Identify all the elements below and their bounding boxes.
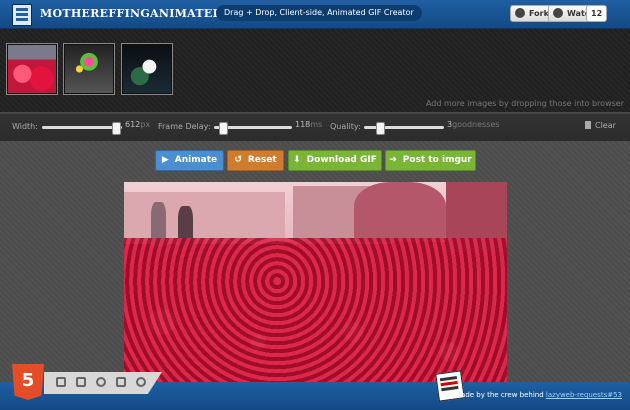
html5-tech-strip xyxy=(44,372,162,394)
workspace: ▶ Animate ↺ Reset ⬇ Download GIF ➔ Post to i… xyxy=(0,141,630,382)
quality-slider-knob[interactable] xyxy=(376,122,385,135)
drop-hint: Add more images by dropping those into b… xyxy=(425,99,624,108)
thumbnail-colorful-flowers[interactable] xyxy=(63,43,115,95)
thumbnail-white-flower[interactable] xyxy=(121,43,173,95)
css3-icon xyxy=(56,377,66,387)
github-icon xyxy=(515,8,525,18)
made-by-prefix: Made by the crew behind xyxy=(455,391,546,399)
html5-logo-icon[interactable]: 5 xyxy=(12,364,44,400)
share-arrow-icon: ➔ xyxy=(389,155,397,165)
controls-bar: Width: 612px Frame Delay: 118ms Quality:… xyxy=(0,113,630,142)
imgur-label: Post to imgur xyxy=(402,155,472,165)
lazyweb-requests-link[interactable]: lazyweb-requests#53 xyxy=(546,391,622,399)
frame-delay-slider-knob[interactable] xyxy=(219,122,229,135)
download-label: Download GIF xyxy=(306,155,377,165)
preview-tree xyxy=(353,182,446,242)
quality-slider[interactable] xyxy=(364,122,444,135)
play-icon: ▶ xyxy=(161,155,169,165)
trash-icon xyxy=(585,121,591,129)
preview-flower-bushes xyxy=(124,238,507,382)
frame-delay-label: Frame Delay: xyxy=(158,122,211,131)
app-title: MOTHEREFFINGANIMATEDGIF xyxy=(40,7,246,20)
frame-delay-value: 118 xyxy=(295,120,311,129)
width-unit: px xyxy=(140,120,151,129)
frame-delay-value-readout: 118ms xyxy=(295,120,322,129)
frame-delay-slider[interactable] xyxy=(214,122,292,135)
width-label: Width: xyxy=(12,122,38,131)
width-value: 612 xyxy=(125,120,141,129)
clear-label: Clear xyxy=(595,121,616,130)
layers-icon xyxy=(116,377,126,387)
animate-button[interactable]: ▶ Animate xyxy=(155,150,224,171)
fork-label: Fork xyxy=(529,9,549,18)
download-gif-button[interactable]: ⬇ Download GIF xyxy=(288,150,382,171)
reset-icon: ↺ xyxy=(234,155,242,165)
thumbnail-image xyxy=(8,45,56,93)
width-value-readout: 612px xyxy=(125,120,150,129)
animate-label: Animate xyxy=(174,155,218,165)
github-icon xyxy=(553,8,563,18)
footer-bar: 5 Made by the crew behind lazyweb-reques… xyxy=(0,364,630,410)
html5-label: 5 xyxy=(21,370,35,391)
frame-delay-unit: ms xyxy=(310,120,323,129)
width-slider[interactable] xyxy=(42,122,122,135)
quality-unit: goodnesses xyxy=(452,120,500,129)
thumbnail-strip: Add more images by dropping those into b… xyxy=(0,29,630,112)
device-icon xyxy=(76,377,86,387)
download-icon: ⬇ xyxy=(293,155,301,165)
width-slider-knob[interactable] xyxy=(112,122,122,135)
connectivity-icon xyxy=(136,377,146,387)
reset-label: Reset xyxy=(247,155,277,165)
thumbnail-image xyxy=(65,45,113,93)
watch-count[interactable]: 12 xyxy=(586,5,608,22)
app-logo-icon xyxy=(12,4,32,26)
post-to-imgur-button[interactable]: ➔ Post to imgur xyxy=(385,150,476,171)
top-bar: MOTHEREFFINGANIMATEDGIF Drag + Drop, Cli… xyxy=(0,0,630,29)
preview-building xyxy=(124,192,285,244)
reset-button[interactable]: ↺ Reset xyxy=(227,150,284,171)
gear-icon xyxy=(96,377,106,387)
made-by-text: Made by the crew behind lazyweb-requests… xyxy=(455,391,622,399)
quality-label: Quality: xyxy=(330,122,361,131)
clear-button[interactable]: Clear xyxy=(585,121,616,130)
thumbnail-red-flower-field[interactable] xyxy=(6,43,58,95)
gif-preview-image xyxy=(124,182,507,382)
quality-value-readout: 3goodnesses xyxy=(447,120,499,129)
tagline-badge: Drag + Drop, Client-side, Animated GIF C… xyxy=(216,5,422,21)
thumbnail-image xyxy=(123,45,171,93)
